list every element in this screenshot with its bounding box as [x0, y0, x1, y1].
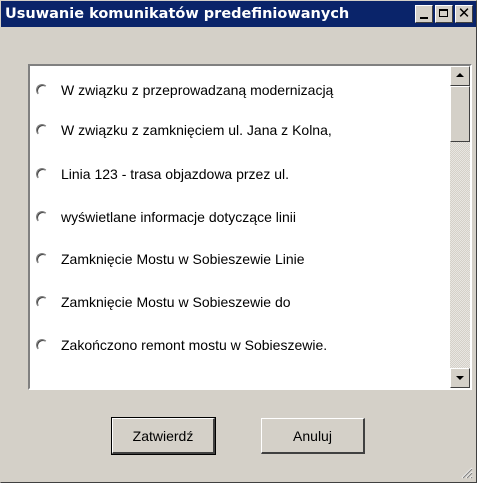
radio-button[interactable] [36, 296, 48, 308]
list-item-label: Linia 123 - trasa objazdowa przez ul. [61, 166, 290, 182]
title-bar[interactable]: Usuwanie komunikatów predefiniowanych ✕ [1, 1, 476, 27]
list-item-label: W związku z zamknięciem ul. Jana z Kolna… [61, 122, 332, 138]
list-item[interactable]: Zamknięcie Mostu w Sobieszewie Linie [36, 248, 305, 270]
list-item[interactable]: Zakończono remont mostu w Sobieszewie. [36, 334, 327, 356]
list-item-label: Zakończono remont mostu w Sobieszewie. [61, 337, 328, 353]
dialog-window: Usuwanie komunikatów predefiniowanych ✕ … [0, 0, 477, 483]
radio-button[interactable] [36, 124, 48, 136]
list-item-label: Zamknięcie Mostu w Sobieszewie Linie [61, 251, 305, 267]
vertical-scrollbar[interactable] [450, 66, 470, 388]
list-item-label: Zamknięcie Mostu w Sobieszewie do [61, 294, 291, 310]
radio-button[interactable] [36, 84, 48, 96]
cancel-button[interactable]: Anuluj [261, 418, 365, 454]
radio-button[interactable] [36, 339, 48, 351]
resize-grip-icon[interactable] [461, 467, 473, 479]
radio-button[interactable] [36, 253, 48, 265]
confirm-button[interactable]: Zatwierdź [111, 417, 216, 455]
close-icon: ✕ [457, 4, 471, 22]
minimize-icon [420, 17, 428, 19]
scroll-thumb[interactable] [450, 86, 470, 142]
minimize-button[interactable] [415, 5, 433, 23]
list-item[interactable]: W związku z zamknięciem ul. Jana z Kolna… [36, 119, 332, 141]
maximize-button[interactable] [435, 5, 453, 23]
list-item-label: wyświetlane informacje dotyczące linii [61, 209, 296, 225]
maximize-icon [439, 9, 448, 17]
list-item-label: W związku z przeprowadzaną modernizacją [61, 82, 334, 98]
window-title: Usuwanie komunikatów predefiniowanych [5, 6, 350, 22]
list-item[interactable]: wyświetlane informacje dotyczące linii [36, 206, 296, 228]
list-item[interactable]: W związku z przeprowadzaną modernizacją [36, 79, 333, 101]
arrow-down-icon [456, 376, 464, 380]
arrow-up-icon [456, 73, 464, 77]
scroll-down-button[interactable] [450, 368, 470, 388]
radio-button[interactable] [36, 168, 48, 180]
message-list-items: W związku z przeprowadzaną modernizacją … [30, 66, 448, 388]
list-item[interactable]: Zamknięcie Mostu w Sobieszewie do [36, 291, 291, 313]
message-list[interactable]: W związku z przeprowadzaną modernizacją … [28, 64, 472, 390]
close-button[interactable]: ✕ [455, 4, 473, 23]
list-item[interactable]: Linia 123 - trasa objazdowa przez ul. [36, 163, 289, 185]
scroll-up-button[interactable] [450, 66, 470, 86]
radio-button[interactable] [36, 211, 48, 223]
